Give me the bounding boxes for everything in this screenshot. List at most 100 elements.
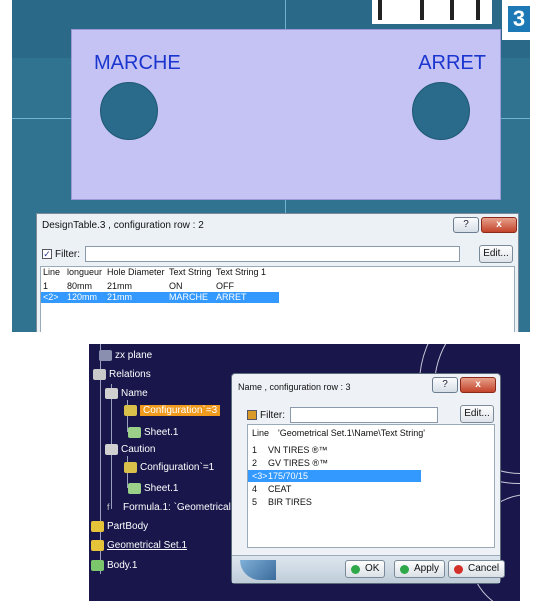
parameter-icon <box>124 405 137 416</box>
column-header: Text String <box>169 267 212 277</box>
filter-checkbox[interactable]: ✓ <box>42 249 52 259</box>
table-row[interactable]: 1 VN TIRES ®™ <box>248 444 494 456</box>
partbody-icon <box>91 521 104 532</box>
design-table-dialog[interactable]: DesignTable.3 , configuration row : 2 ? … <box>36 213 519 332</box>
filter-label: Filter: <box>260 409 285 421</box>
tree-item-relations[interactable]: Relations <box>93 369 151 380</box>
tree-item-formula[interactable]: f Formula.1: `Geometrical <box>107 502 231 513</box>
table-row-selected[interactable]: <3> 175/70/15 <box>248 470 421 482</box>
part-viewport-top[interactable]: 3 MARCHE ARRET DesignTable.3 , configura… <box>12 0 530 332</box>
column-header: longueur <box>67 267 103 277</box>
tree-item-body[interactable]: Body.1 <box>91 560 137 571</box>
cell: BIR TIRES <box>268 497 312 507</box>
cell: OFF <box>216 281 234 291</box>
help-button[interactable]: ? <box>432 377 458 393</box>
close-button[interactable]: x <box>460 377 496 393</box>
tree-label: Configuration`=1 <box>140 462 215 473</box>
tree-label: Sheet.1 <box>144 483 179 494</box>
cell: <2> <box>43 292 59 302</box>
cell: CEAT <box>268 484 292 494</box>
plate-label-right: ARRET <box>418 52 486 74</box>
name-configuration-dialog[interactable]: Name , configuration row : 3 ? x Filter:… <box>231 373 506 584</box>
tree-item-geometrical-set[interactable]: Geometrical Set.1 <box>91 540 187 551</box>
geometrical-set-icon <box>91 540 104 551</box>
cell: 2 <box>252 458 258 468</box>
table-row[interactable]: 1 80mm 21mm ON OFF <box>41 281 279 292</box>
help-button[interactable]: ? <box>453 217 479 233</box>
tree-label: Caution <box>121 444 156 455</box>
cell: GV TIRES ®™ <box>268 458 328 468</box>
configuration-table[interactable]: Line 'Geometrical Set.1\Name\Text String… <box>247 424 495 548</box>
filter-input[interactable] <box>85 246 460 262</box>
sheet-icon <box>128 427 141 438</box>
tree-label-highlighted: Configuration`=3 <box>140 405 221 416</box>
column-header: 'Geometrical Set.1\Name\Text String' <box>278 428 425 438</box>
table-row[interactable]: 2 GV TIRES ®™ <box>248 457 494 469</box>
cell: 21mm <box>107 292 133 302</box>
cell: 1 <box>43 281 49 291</box>
column-header: Hole Diameter <box>107 267 165 277</box>
cell: MARCHE <box>169 292 209 302</box>
dialog-logo-icon <box>240 560 276 580</box>
table-row-selected[interactable]: <2> 120mm 21mm MARCHE ARRET <box>41 292 279 303</box>
column-header: Text String 1 <box>216 267 267 277</box>
tree-item-name[interactable]: Name <box>105 388 148 399</box>
tree-item-zx-plane[interactable]: zx plane <box>99 350 152 361</box>
tree-item-configuration[interactable]: Configuration`=1 <box>124 462 214 473</box>
ok-label: OK <box>365 563 380 574</box>
cell: 175/70/15 <box>268 471 309 481</box>
edit-button[interactable]: Edit... <box>460 405 494 423</box>
configuration-table[interactable]: Line longueur Hole Diameter Text String … <box>40 266 515 332</box>
tree-item-partbody[interactable]: PartBody <box>91 521 148 532</box>
cell: 21mm <box>107 281 133 291</box>
parameter-icon <box>124 462 137 473</box>
cancel-icon <box>454 564 463 574</box>
table-header: Line 'Geometrical Set.1\Name\Text String… <box>248 428 494 439</box>
tree-item-sheet[interactable]: Sheet.1 <box>128 427 178 438</box>
tree-label: zx plane <box>115 350 153 361</box>
hole-right <box>412 82 470 140</box>
tree-label: Relations <box>109 369 151 380</box>
table-header: Line longueur Hole Diameter Text String … <box>41 267 514 278</box>
column-header: Line <box>252 428 270 438</box>
hole-left <box>100 82 158 140</box>
sheet-icon <box>128 483 141 494</box>
tree-label: Name <box>121 388 148 399</box>
plane-icon <box>99 350 112 361</box>
tree-label: Sheet.1 <box>144 427 179 438</box>
cell: 5 <box>252 497 258 507</box>
apply-icon <box>400 564 409 574</box>
cancel-label: Cancel <box>468 563 500 574</box>
cancel-button[interactable]: Cancel <box>448 560 506 578</box>
tree-label: Formula.1: `Geometrical <box>123 502 231 513</box>
filter-checkbox[interactable] <box>247 410 257 420</box>
dialog-title: Name , configuration row : 3 <box>238 382 351 392</box>
design-table-icon <box>105 444 118 455</box>
relations-icon <box>93 369 106 380</box>
formula-icon: f <box>107 502 110 512</box>
cell: 4 <box>252 484 258 494</box>
filter-input[interactable] <box>290 407 438 423</box>
cell: 1 <box>252 445 258 455</box>
cell: 80mm <box>67 281 93 291</box>
apply-button[interactable]: Apply <box>394 560 446 578</box>
cell: VN TIRES ®™ <box>268 445 328 455</box>
apply-label: Apply <box>414 563 440 574</box>
edit-button[interactable]: Edit... <box>479 245 513 263</box>
plate-part: MARCHE ARRET <box>71 29 501 200</box>
ok-icon <box>351 564 360 574</box>
close-button[interactable]: x <box>481 217 517 233</box>
tree-label: Geometrical Set.1 <box>107 540 188 551</box>
table-row[interactable]: 5 BIR TIRES <box>248 496 494 508</box>
table-row[interactable]: 4 CEAT <box>248 483 494 495</box>
plate-label-left: MARCHE <box>94 52 181 74</box>
tree-item-caution[interactable]: Caution <box>105 444 155 455</box>
ok-button[interactable]: OK <box>345 560 386 578</box>
tree-item-sheet[interactable]: Sheet.1 <box>128 483 178 494</box>
logo-fragment <box>372 0 492 24</box>
cell: ARRET <box>216 292 247 302</box>
tree-item-configuration-active[interactable]: Configuration`=3 <box>124 405 221 416</box>
filter-label: Filter: <box>55 248 80 260</box>
compass-logo-icon[interactable]: 3 <box>500 0 530 40</box>
cell: <3> <box>252 471 268 481</box>
